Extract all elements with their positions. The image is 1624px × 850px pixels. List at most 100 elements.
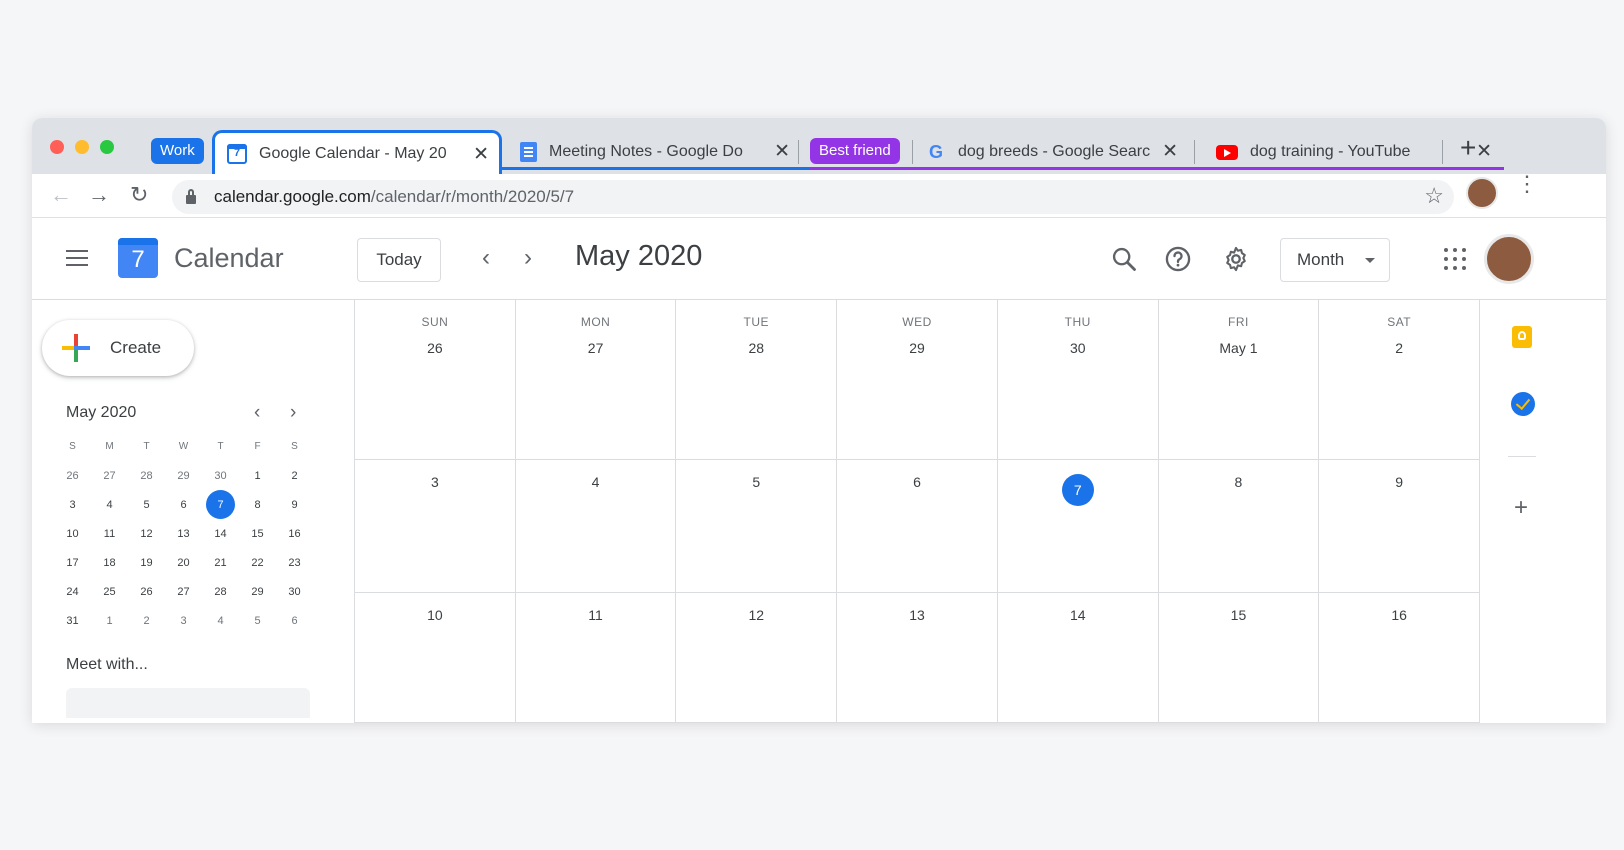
day-cell[interactable]: SAT 2: [1319, 300, 1481, 459]
reload-button[interactable]: ↻: [130, 182, 148, 208]
next-period-button[interactable]: ›: [524, 244, 532, 272]
day-cell[interactable]: 7: [998, 460, 1159, 592]
mini-day-cell[interactable]: 29: [239, 579, 276, 608]
date-number[interactable]: 4: [516, 474, 676, 490]
mini-day-cell[interactable]: 27: [165, 579, 202, 608]
get-addons-button[interactable]: +: [1514, 494, 1528, 522]
browser-menu-icon[interactable]: ⋮: [1516, 173, 1538, 195]
mini-day-cell[interactable]: 10: [54, 521, 91, 550]
tab-group-best-friend[interactable]: Best friend: [810, 138, 900, 164]
mini-day-cell[interactable]: 30: [276, 579, 313, 608]
day-cell[interactable]: 9: [1319, 460, 1481, 592]
mini-day-cell[interactable]: 25: [91, 579, 128, 608]
date-number[interactable]: 28: [676, 340, 836, 356]
mini-day-cell[interactable]: 6: [165, 492, 202, 521]
mini-day-cell[interactable]: 28: [202, 579, 239, 608]
mini-day-cell[interactable]: 17: [54, 550, 91, 579]
mini-day-cell[interactable]: 4: [202, 608, 239, 637]
help-icon[interactable]: [1164, 245, 1192, 273]
mini-day-cell[interactable]: 28: [128, 463, 165, 492]
mini-day-cell[interactable]: 2: [276, 463, 313, 492]
mini-day-cell[interactable]: 14: [202, 521, 239, 550]
close-window-button[interactable]: [50, 140, 64, 154]
search-icon[interactable]: [1110, 245, 1138, 273]
mini-day-cell[interactable]: 15: [239, 521, 276, 550]
mini-day-cell[interactable]: 20: [165, 550, 202, 579]
day-cell[interactable]: WED 29: [837, 300, 998, 459]
date-number[interactable]: 15: [1159, 607, 1319, 623]
forward-button[interactable]: →: [88, 182, 110, 208]
mini-day-cell[interactable]: 31: [54, 608, 91, 637]
date-number[interactable]: 2: [1319, 340, 1479, 356]
mini-day-cell[interactable]: 29: [165, 463, 202, 492]
day-cell[interactable]: 4: [516, 460, 677, 592]
day-cell[interactable]: 10: [355, 593, 516, 722]
date-number[interactable]: 3: [355, 474, 515, 490]
mini-day-cell[interactable]: 12: [128, 521, 165, 550]
mini-previous-month-button[interactable]: ‹: [254, 402, 260, 424]
day-cell[interactable]: 6: [837, 460, 998, 592]
mini-day-cell[interactable]: 3: [54, 492, 91, 521]
date-number[interactable]: 14: [998, 607, 1158, 623]
mini-day-cell[interactable]: 24: [54, 579, 91, 608]
tab-google-calendar[interactable]: 7 Google Calendar - May 20 ✕: [212, 130, 502, 174]
day-cell[interactable]: 5: [676, 460, 838, 592]
date-number[interactable]: 5: [676, 474, 836, 490]
browser-profile-avatar[interactable]: [1466, 177, 1498, 209]
day-cell[interactable]: TUE 28: [676, 300, 838, 459]
mini-day-cell[interactable]: 3: [165, 608, 202, 637]
day-cell[interactable]: 12: [676, 593, 838, 722]
day-cell[interactable]: 3: [355, 460, 516, 592]
date-number[interactable]: 26: [355, 340, 515, 356]
mini-day-cell[interactable]: 1: [91, 608, 128, 637]
lock-icon[interactable]: [186, 189, 196, 204]
mini-day-cell[interactable]: 16: [276, 521, 313, 550]
mini-day-cell[interactable]: 4: [91, 492, 128, 521]
mini-day-cell[interactable]: 30: [202, 463, 239, 492]
previous-period-button[interactable]: ‹: [482, 244, 490, 272]
mini-day-cell[interactable]: 18: [91, 550, 128, 579]
mini-day-cell[interactable]: 26: [54, 463, 91, 492]
mini-day-cell[interactable]: 19: [128, 550, 165, 579]
day-cell[interactable]: 8: [1159, 460, 1320, 592]
close-icon[interactable]: ✕: [774, 140, 790, 163]
mini-day-cell[interactable]: 23: [276, 550, 313, 579]
new-tab-button[interactable]: +: [1460, 132, 1476, 164]
day-cell[interactable]: 15: [1159, 593, 1320, 722]
mini-day-cell[interactable]: 27: [91, 463, 128, 492]
date-number[interactable]: 29: [837, 340, 997, 356]
day-cell[interactable]: FRI May 1: [1159, 300, 1320, 459]
date-number[interactable]: May 1: [1159, 340, 1319, 356]
close-icon[interactable]: ✕: [1162, 140, 1178, 163]
mini-day-cell[interactable]: 11: [91, 521, 128, 550]
date-number[interactable]: 10: [355, 607, 515, 623]
date-number[interactable]: 6: [837, 474, 997, 490]
close-icon[interactable]: ✕: [473, 143, 489, 166]
mini-day-cell[interactable]: 13: [165, 521, 202, 550]
mini-day-cell[interactable]: 1: [239, 463, 276, 492]
mini-day-cell[interactable]: 7: [202, 490, 239, 521]
today-date-number[interactable]: 7: [1061, 474, 1094, 506]
date-number[interactable]: 8: [1159, 474, 1319, 490]
keep-icon[interactable]: [1512, 326, 1532, 348]
day-cell[interactable]: 16: [1319, 593, 1481, 722]
date-number[interactable]: 27: [516, 340, 676, 356]
view-selector-dropdown[interactable]: Month: [1280, 238, 1390, 282]
day-cell[interactable]: 13: [837, 593, 998, 722]
day-cell[interactable]: SUN 26: [355, 300, 516, 459]
mini-day-cell[interactable]: 2: [128, 608, 165, 637]
date-number[interactable]: 12: [676, 607, 836, 623]
tasks-icon[interactable]: [1511, 392, 1535, 416]
mini-day-cell[interactable]: 26: [128, 579, 165, 608]
maximize-window-button[interactable]: [100, 140, 114, 154]
mini-next-month-button[interactable]: ›: [290, 402, 296, 424]
date-number[interactable]: 13: [837, 607, 997, 623]
day-cell[interactable]: 11: [516, 593, 677, 722]
search-people-input[interactable]: [66, 688, 310, 718]
mini-day-cell[interactable]: 5: [128, 492, 165, 521]
account-avatar[interactable]: [1484, 234, 1534, 284]
mini-day-cell[interactable]: 22: [239, 550, 276, 579]
today-button[interactable]: Today: [357, 238, 441, 282]
mini-day-cell[interactable]: 5: [239, 608, 276, 637]
mini-day-cell[interactable]: 8: [239, 492, 276, 521]
